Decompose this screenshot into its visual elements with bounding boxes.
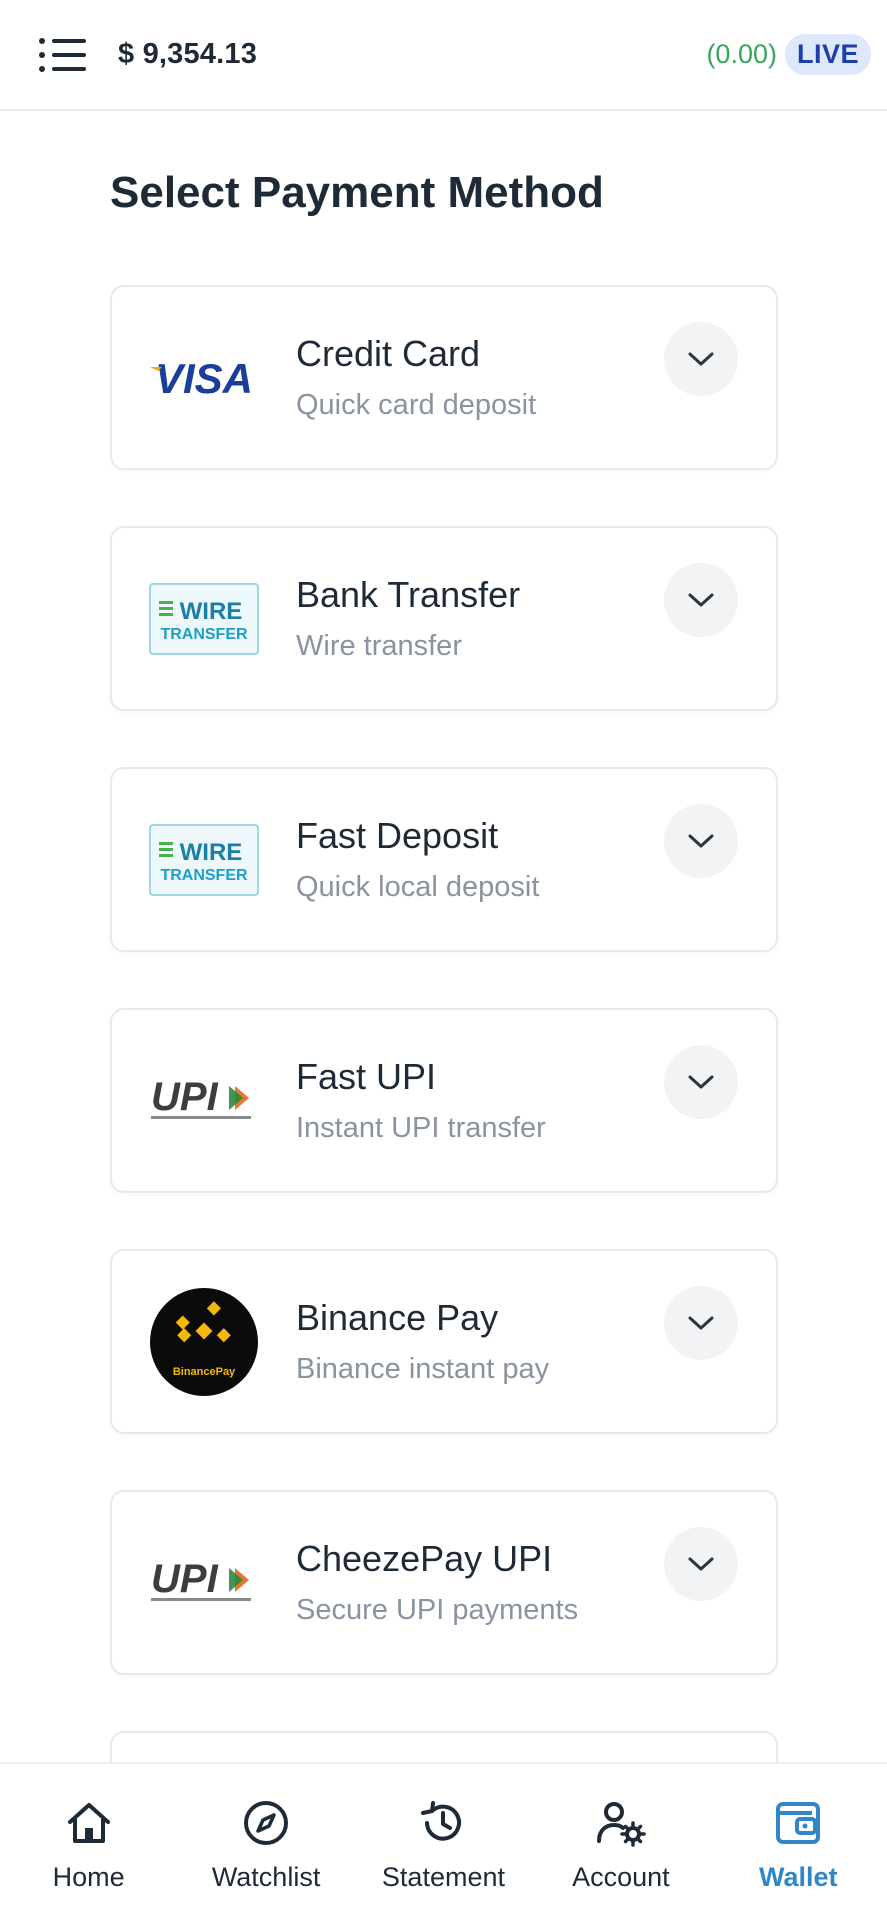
expand-button[interactable] [664,803,738,878]
nav-label: Account [572,1862,670,1892]
expand-button[interactable] [664,562,738,637]
method-name: Fast Deposit [296,815,499,856]
nav-label: Statement [381,1862,505,1892]
chevron-down-icon [688,834,714,847]
nav-label: Home [52,1862,125,1892]
svg-text:VISA: VISA [155,355,253,402]
live-mode-badge[interactable]: LIVE [784,34,871,75]
chevron-down-icon [688,1316,714,1329]
payment-method-bank-transfer[interactable]: WIRE TRANSFER Bank Transfer Wire transfe… [110,526,778,711]
binance-pay-logo: BinancePay [148,1286,260,1398]
user-gear-icon [596,1802,646,1847]
nav-statement[interactable]: Statement [358,1796,528,1893]
bottom-nav: Home Watchlist Statement Account Wallet [0,1762,887,1920]
page-title: Select Payment Method [110,168,604,217]
svg-text:UPI: UPI [151,1558,219,1601]
method-description: Quick card deposit [296,389,537,421]
svg-text:BinancePay: BinancePay [173,1366,236,1378]
method-name: Credit Card [296,333,481,374]
method-description: Instant UPI transfer [296,1112,546,1144]
method-description: Binance instant pay [296,1353,550,1385]
expand-button[interactable] [664,1526,738,1601]
method-name: Fast UPI [296,1056,437,1097]
nav-wallet[interactable]: Wallet [713,1796,883,1893]
home-icon [67,1803,110,1843]
expand-button[interactable] [664,1285,738,1360]
history-icon [421,1801,462,1841]
payment-method-cheezepay-upi[interactable]: UPI CheezePay UPI Secure UPI payments [110,1490,778,1675]
account-balance: $ 9,354.13 [118,38,258,70]
payment-method-list: VISA Credit Card Quick card deposit WIRE… [110,285,778,1847]
expand-button[interactable] [664,321,738,396]
svg-text:WIRE: WIRE [180,598,243,625]
method-name: Binance Pay [296,1297,499,1338]
wire-transfer-logo: WIRE TRANSFER [148,563,260,675]
method-name: CheezePay UPI [296,1538,553,1579]
nav-label: Wallet [758,1862,838,1892]
chevron-down-icon [688,1557,714,1570]
expand-button[interactable] [664,1044,738,1119]
nav-home[interactable]: Home [4,1796,174,1893]
top-bar: $ 9,354.13 (0.00) LIVE [0,0,887,111]
chevron-down-icon [688,593,714,606]
payment-method-fast-deposit[interactable]: WIRE TRANSFER Fast Deposit Quick local d… [110,767,778,952]
menu-button[interactable] [36,28,90,82]
svg-text:TRANSFER: TRANSFER [160,867,248,884]
svg-text:WIRE: WIRE [180,839,243,866]
chevron-down-icon [688,352,714,365]
chevron-down-icon [688,1075,714,1088]
wire-transfer-logo: WIRE TRANSFER [148,804,260,916]
method-description: Quick local deposit [296,871,540,903]
payment-method-credit-card[interactable]: VISA Credit Card Quick card deposit [110,285,778,470]
svg-text:TRANSFER: TRANSFER [160,626,248,643]
upi-logo: UPI [148,1045,260,1157]
compass-icon [244,1801,289,1845]
method-description: Wire transfer [296,630,462,662]
payment-method-binance-pay[interactable]: BinancePay Binance Pay Binance instant p… [110,1249,778,1434]
method-description: Secure UPI payments [296,1594,579,1626]
svg-text:UPI: UPI [151,1076,219,1119]
method-name: Bank Transfer [296,574,521,615]
list-menu-icon [39,37,86,72]
wallet-icon [776,1802,821,1844]
nav-account[interactable]: Account [536,1796,706,1893]
upi-logo: UPI [148,1527,260,1639]
visa-logo: VISA [148,322,260,434]
payment-method-fast-upi[interactable]: UPI Fast UPI Instant UPI transfer [110,1008,778,1193]
nav-label: Watchlist [211,1862,321,1892]
header-status: (0.00) LIVE [706,34,871,75]
pnl-value: (0.00) [706,39,777,69]
nav-watchlist[interactable]: Watchlist [181,1796,351,1893]
